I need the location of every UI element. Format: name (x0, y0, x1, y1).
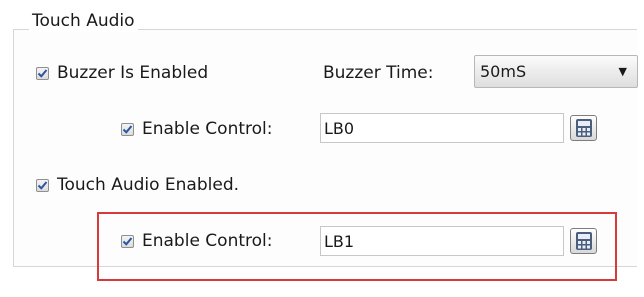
calculator-icon (575, 232, 592, 250)
touch-audio-enable-control-field[interactable]: LB1 (320, 226, 564, 256)
buzzer-enable-control-label: Enable Control: (142, 119, 273, 139)
buzzer-enabled-checkbox[interactable]: Buzzer Is Enabled (36, 63, 208, 83)
checkbox-box[interactable] (121, 122, 134, 136)
touch-audio-enable-control-value: LB1 (324, 231, 355, 251)
touch-audio-enable-control-label: Enable Control: (142, 231, 273, 251)
buzzer-enable-control-checkbox[interactable]: Enable Control: (121, 119, 273, 139)
buzzer-time-value: 50mS (480, 62, 527, 81)
check-icon (122, 236, 133, 246)
touch-audio-address-picker-button[interactable] (570, 228, 597, 254)
group-title: Touch Audio (29, 10, 138, 32)
buzzer-time-select[interactable]: 50mS ▼ (474, 55, 638, 88)
buzzer-enable-control-value: LB0 (324, 118, 355, 138)
check-icon (37, 180, 48, 190)
buzzer-enabled-label: Buzzer Is Enabled (57, 63, 209, 83)
checkbox-box[interactable] (36, 178, 49, 192)
touch-audio-enabled-checkbox[interactable]: Touch Audio Enabled. (36, 175, 239, 195)
chevron-down-icon[interactable]: ▼ (619, 65, 627, 78)
check-icon (122, 124, 133, 134)
touch-audio-enabled-label: Touch Audio Enabled. (57, 175, 240, 195)
checkbox-box[interactable] (36, 66, 49, 80)
touch-audio-enable-control-checkbox[interactable]: Enable Control: (121, 231, 273, 251)
buzzer-time-label: Buzzer Time: (323, 63, 434, 83)
buzzer-address-picker-button[interactable] (570, 115, 597, 141)
check-icon (37, 68, 48, 78)
calculator-icon (575, 119, 592, 137)
buzzer-enable-control-field[interactable]: LB0 (320, 113, 564, 143)
checkbox-box[interactable] (121, 234, 134, 248)
